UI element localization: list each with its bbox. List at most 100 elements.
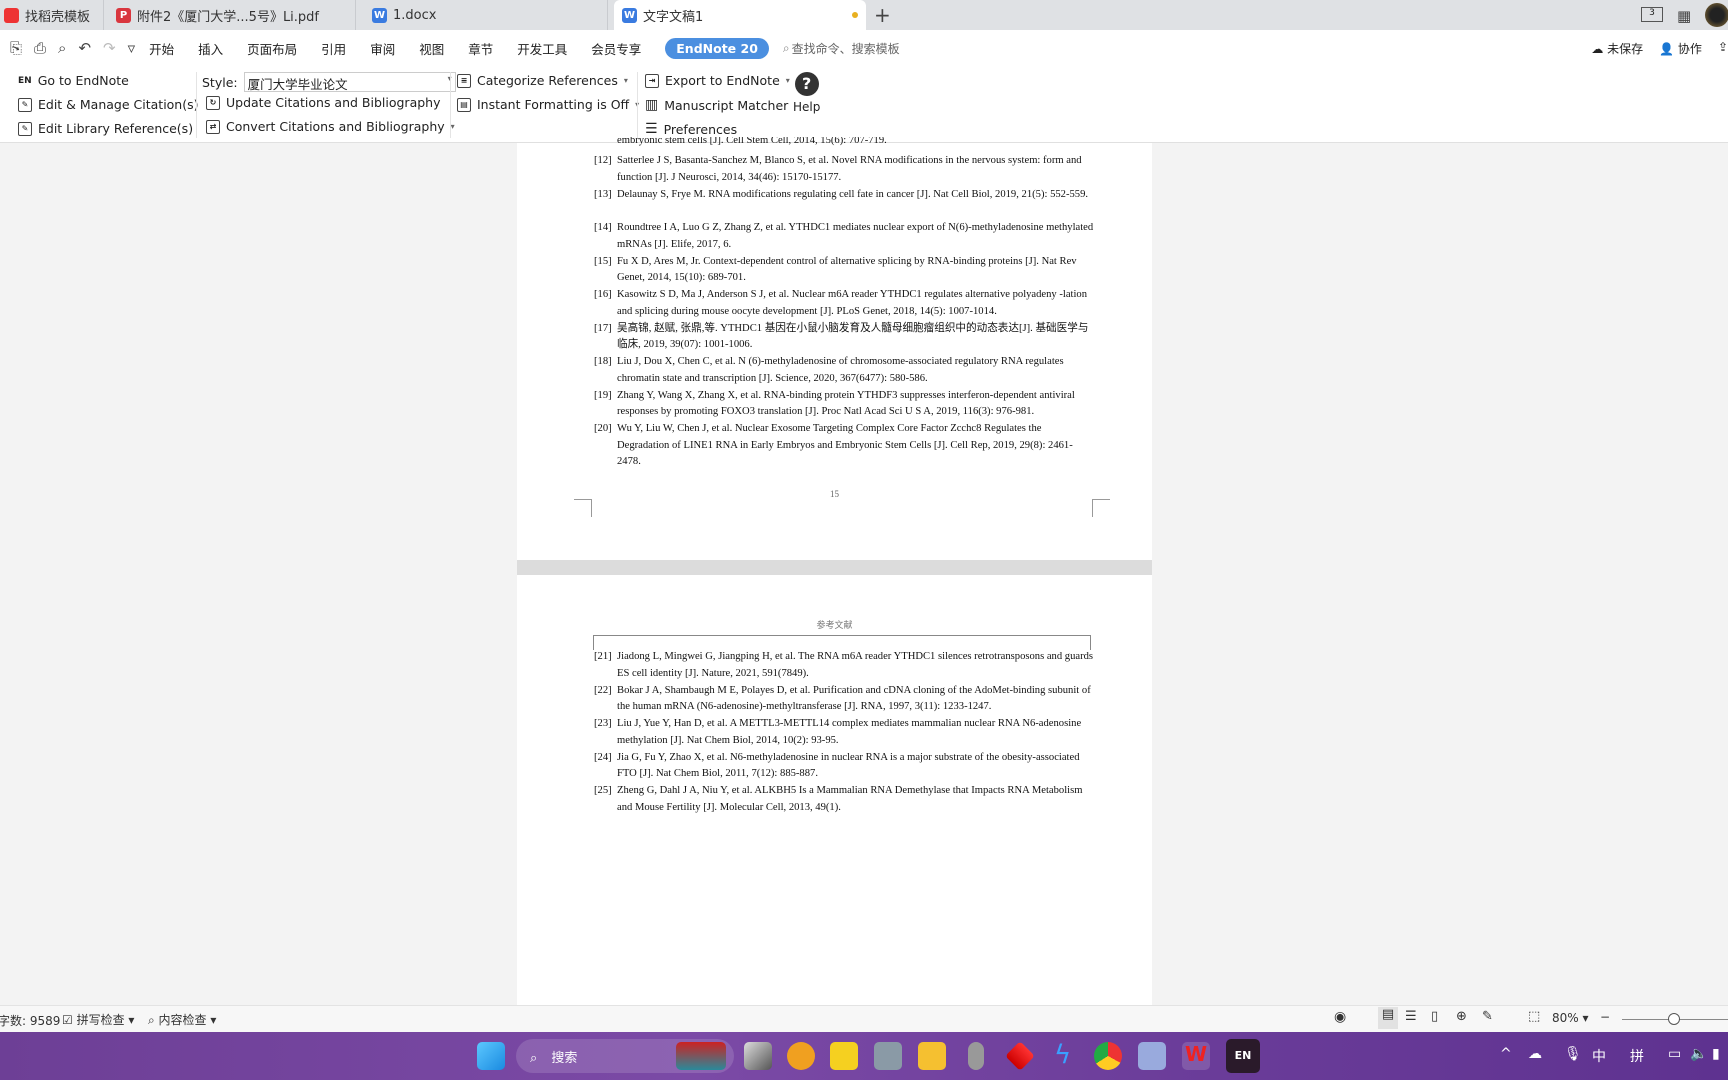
- pen-icon[interactable]: ✎: [1482, 1009, 1493, 1024]
- reference-entry: [12] Satterlee J S, Basanta-Sanchez M, Bl…: [594, 153, 1094, 186]
- customize-dropdown-icon[interactable]: ▿: [128, 39, 136, 57]
- volume-icon[interactable]: 🔈: [1690, 1046, 1707, 1062]
- status-bar: 字数: 9589 ☑ 拼写检查 ▾ ⌕ 内容检查 ▾ ◉ ▤ ☰ ▯ ⊕ ✎ ⬚…: [0, 1005, 1728, 1032]
- style-value: 厦门大学毕业论文: [247, 77, 348, 92]
- convert-citations-button[interactable]: ⇄ Convert Citations and Bibliography ▾: [206, 119, 455, 134]
- new-tab-button[interactable]: +: [874, 3, 891, 27]
- ime-pinyin[interactable]: 拼: [1630, 1046, 1644, 1066]
- print-preview-icon[interactable]: ⌕: [58, 39, 66, 57]
- microphone-app-icon[interactable]: [968, 1042, 984, 1070]
- export-to-endnote-button[interactable]: ⇥ Export to EndNote ▾: [645, 73, 790, 88]
- lightning-app-icon[interactable]: ϟ: [1054, 1040, 1071, 1070]
- microphone-icon[interactable]: 🎙: [1564, 1046, 1582, 1062]
- windows-start-icon[interactable]: [477, 1042, 505, 1070]
- edit-library-reference-button[interactable]: ✎ Edit Library Reference(s): [18, 121, 193, 136]
- tab-pdf[interactable]: P 附件2《厦门大学...5号》Li.pdf: [108, 0, 356, 30]
- apps-grid-icon[interactable]: ▦: [1677, 7, 1691, 25]
- onedrive-icon[interactable]: ☁: [1528, 1046, 1542, 1062]
- reference-entry: [23] Liu J, Yue Y, Han D, et al. A METTL3…: [594, 716, 1094, 749]
- update-citations-button[interactable]: ↻ Update Citations and Bibliography: [206, 95, 441, 110]
- endnote-icon: EN: [18, 75, 32, 86]
- reading-view-icon[interactable]: ▯: [1431, 1009, 1438, 1024]
- categorize-references-button[interactable]: ≡ Categorize References ▾: [457, 73, 628, 88]
- menu-insert[interactable]: 插入: [198, 39, 223, 58]
- window-count-button[interactable]: 3: [1641, 7, 1663, 22]
- manuscript-matcher-button[interactable]: ▥ Manuscript Matcher: [645, 97, 788, 113]
- redo-icon[interactable]: ↷: [103, 39, 116, 57]
- instant-formatting-button[interactable]: ▤Instant Formatting is Off▾: [457, 97, 639, 112]
- reference-entry: [25] Zheng G, Dahl J A, Niu Y, et al. ALK…: [594, 783, 1094, 816]
- menu-developer[interactable]: 开发工具: [517, 39, 567, 58]
- reference-text: Roundtree I A, Luo G Z, Zhang Z, et al. …: [617, 222, 1094, 250]
- reference-text: Liu J, Dou X, Chen C, et al. N (6)-methy…: [617, 356, 1064, 384]
- command-search-input[interactable]: 查找命令、搜索模板: [792, 40, 900, 57]
- menu-member[interactable]: 会员专享: [591, 39, 641, 58]
- reference-entry: [17] 吴高锦, 赵赋, 张鼎,等. YTHDC1 基因在小鼠小脑发育及人髓母细…: [594, 321, 1094, 354]
- show-hidden-icons[interactable]: ^: [1500, 1046, 1512, 1062]
- preferences-button[interactable]: ☰ Preferences: [645, 121, 737, 137]
- zoom-dropdown[interactable]: 80% ▾: [1552, 1011, 1589, 1025]
- undo-icon[interactable]: ↶: [78, 39, 91, 57]
- menu-view[interactable]: 视图: [419, 39, 444, 58]
- go-to-endnote-button[interactable]: EN Go to EndNote: [18, 73, 129, 88]
- tab-document-1[interactable]: W 文字文稿1: [614, 0, 866, 30]
- weather-icon[interactable]: [787, 1042, 815, 1070]
- menu-review[interactable]: 审阅: [370, 39, 395, 58]
- calculator-icon[interactable]: [874, 1042, 902, 1070]
- fit-page-icon[interactable]: ⬚: [1528, 1009, 1540, 1024]
- print-icon[interactable]: ⎙: [34, 39, 46, 57]
- sticky-notes-icon[interactable]: [830, 1042, 858, 1070]
- battery-icon[interactable]: ▮: [1712, 1046, 1720, 1062]
- zoom-level: 80%: [1552, 1011, 1579, 1025]
- zoom-out-button[interactable]: −: [1600, 1010, 1610, 1024]
- ime-mode[interactable]: 中: [1592, 1046, 1606, 1066]
- reference-number: [23]: [594, 718, 612, 729]
- reference-number: [12]: [594, 155, 612, 166]
- eye-protection-icon[interactable]: ◉: [1334, 1009, 1346, 1025]
- collaborate-button[interactable]: 👤 协作: [1659, 40, 1702, 57]
- web-view-icon[interactable]: ⊕: [1456, 1009, 1467, 1024]
- menu-section[interactable]: 章节: [468, 39, 493, 58]
- label: Edit & Manage Citation(s): [38, 97, 199, 112]
- menu-page-layout[interactable]: 页面布局: [247, 39, 297, 58]
- zoom-slider-handle[interactable]: [1668, 1013, 1680, 1025]
- chevron-down-icon: ▾: [450, 122, 455, 131]
- network-icon[interactable]: ▭: [1668, 1046, 1681, 1062]
- chrome-icon[interactable]: [1094, 1042, 1122, 1070]
- tab-docer[interactable]: 找稻壳模板: [0, 0, 104, 30]
- menu-start[interactable]: 开始: [149, 39, 174, 58]
- page-gap: [517, 560, 1152, 575]
- tab-label: 找稻壳模板: [25, 9, 91, 25]
- page-header: 参考文献: [816, 621, 853, 631]
- endnote-taskbar-icon[interactable]: EN: [1226, 1039, 1260, 1073]
- export-icon: ⇥: [645, 73, 659, 88]
- save-status-button[interactable]: ☁ 未保存: [1591, 40, 1643, 57]
- reference-number: [25]: [594, 785, 612, 796]
- reference-text: Zheng G, Dahl J A, Niu Y, et al. ALKBH5 …: [617, 785, 1083, 813]
- tab-1docx[interactable]: W 1.docx: [364, 0, 608, 30]
- word-count[interactable]: 字数: 9589: [0, 1012, 60, 1029]
- search-label: 搜索: [551, 1051, 578, 1066]
- export-icon[interactable]: ⎘: [10, 39, 22, 57]
- margin-corner-mark: [1092, 499, 1110, 517]
- task-view-icon[interactable]: [744, 1042, 772, 1070]
- style-dropdown[interactable]: 厦门大学毕业论文▾: [243, 72, 456, 92]
- outline-view-icon[interactable]: ☰: [1405, 1009, 1417, 1024]
- content-check-button[interactable]: ⌕ 内容检查 ▾: [148, 1011, 216, 1028]
- red-app-icon[interactable]: [1005, 1041, 1035, 1071]
- wps-icon[interactable]: W: [1182, 1042, 1210, 1070]
- edit-manage-citations-button[interactable]: ✎ Edit & Manage Citation(s): [18, 97, 199, 112]
- file-explorer-icon[interactable]: [918, 1042, 946, 1070]
- anime-app-icon[interactable]: [1138, 1042, 1166, 1070]
- label: Categorize References: [477, 73, 618, 88]
- help-button[interactable]: ? Help: [793, 72, 820, 114]
- convert-icon: ⇄: [206, 119, 220, 134]
- header-rule: [593, 635, 1091, 650]
- spell-check-button[interactable]: ☑ 拼写检查 ▾: [62, 1011, 134, 1028]
- page-view-icon[interactable]: ▤: [1378, 1007, 1398, 1029]
- reference-text: Delaunay S, Frye M. RNA modifications re…: [617, 188, 1089, 200]
- menu-references[interactable]: 引用: [321, 39, 346, 58]
- avatar[interactable]: [1705, 3, 1728, 27]
- share-icon[interactable]: ⇪: [1718, 40, 1728, 57]
- tab-endnote[interactable]: EndNote 20: [665, 37, 769, 59]
